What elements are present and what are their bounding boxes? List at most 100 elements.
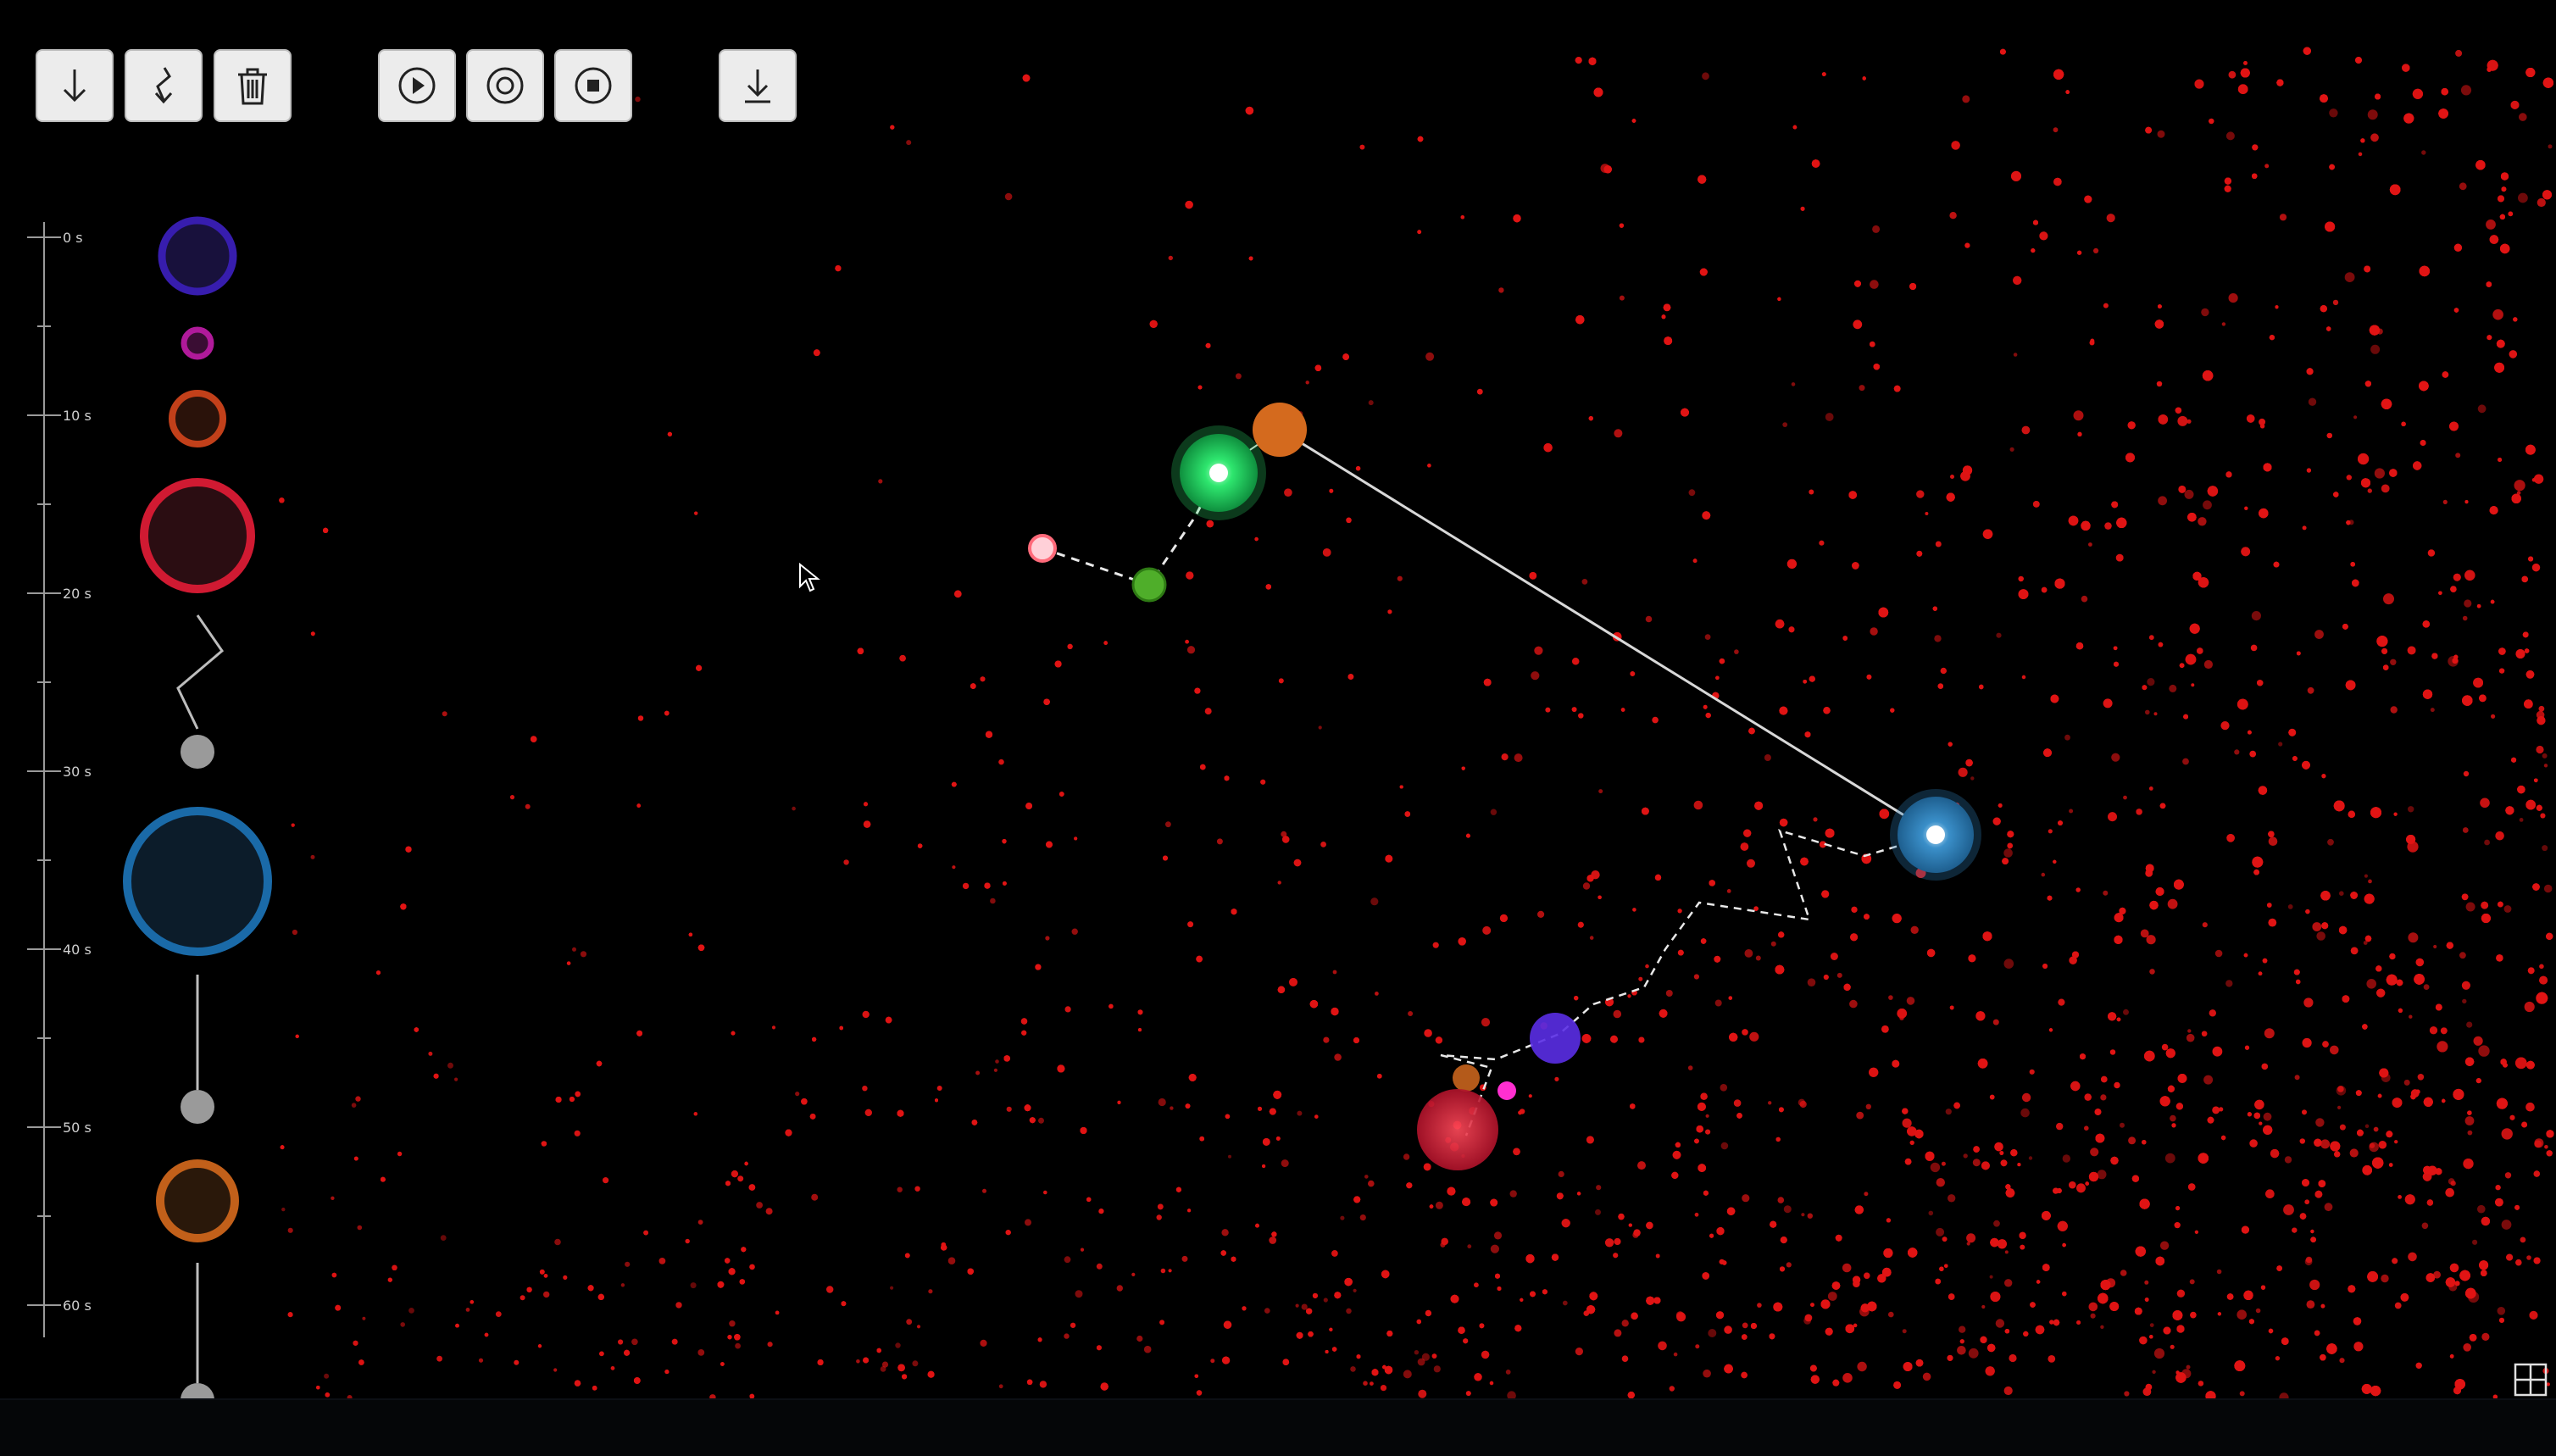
particle: [1870, 280, 1879, 289]
particle: [2158, 496, 2168, 506]
particle: [1168, 255, 1174, 261]
particle: [2116, 1017, 2121, 1022]
particle: [1937, 683, 1943, 689]
particle: [587, 1285, 594, 1292]
particle: [2069, 809, 2074, 814]
particle: [2487, 335, 2492, 341]
particle: [1265, 584, 1272, 590]
particle: [2325, 221, 2336, 232]
particle: [2337, 1105, 2342, 1109]
particle: [2480, 797, 2490, 809]
particle: [1458, 1326, 1465, 1334]
particle: [2442, 371, 2449, 378]
particle: [2477, 1204, 2486, 1214]
particle: [1038, 1117, 1044, 1124]
particle: [353, 1156, 358, 1161]
particle: [1282, 836, 1290, 843]
particle: [1476, 388, 1483, 395]
particle: [1403, 1370, 1412, 1379]
particle: [1708, 1329, 1717, 1337]
particle: [1206, 520, 1214, 528]
particle: [1620, 708, 1625, 712]
particle: [2156, 381, 2163, 387]
particle: [1414, 1350, 1420, 1355]
particle: [1998, 803, 2003, 808]
particle: [1665, 990, 1673, 997]
particle: [1925, 512, 1929, 515]
particle: [1613, 1009, 1622, 1019]
particle: [2462, 615, 2468, 621]
particle: [1883, 1248, 1893, 1258]
particle: [2369, 1142, 2379, 1153]
particle: [2521, 575, 2528, 583]
particle: [2464, 1116, 2475, 1125]
particle: [2329, 108, 2338, 118]
particle: [1930, 1162, 1941, 1173]
particle: [2437, 1041, 2448, 1053]
particle: [2109, 1302, 2120, 1311]
particle: [899, 654, 906, 662]
particle: [2478, 1045, 2490, 1057]
particle: [731, 1170, 739, 1178]
particle: [1143, 1345, 1152, 1353]
particle: [2370, 344, 2381, 354]
particle: [2415, 1362, 2422, 1369]
particle: [2246, 414, 2255, 423]
particle: [572, 947, 576, 952]
particle: [1980, 1336, 1987, 1343]
particle: [563, 1275, 568, 1280]
particle: [2155, 1256, 2165, 1266]
particle: [2402, 64, 2410, 72]
scene-svg[interactable]: [0, 0, 2556, 1403]
particle: [970, 683, 976, 689]
particle: [2142, 1387, 2152, 1396]
particle: [1892, 914, 1902, 924]
particle: [1747, 859, 1755, 868]
particle: [2002, 858, 2009, 864]
particle: [2201, 1031, 2208, 1036]
particle: [1216, 838, 1223, 845]
particle: [2283, 1204, 2294, 1215]
particle: [2538, 705, 2545, 712]
particle: [2106, 214, 2115, 223]
particle: [1370, 897, 1379, 906]
particle: [2486, 281, 2492, 287]
particle: [2445, 1187, 2454, 1198]
particle: [1724, 1325, 1732, 1334]
particle: [1693, 800, 1703, 810]
particle: [1964, 242, 1970, 248]
particle-canvas[interactable]: [0, 0, 2556, 1403]
particle: [2310, 1236, 2316, 1242]
particle: [1695, 1344, 1700, 1349]
particle: [408, 1308, 414, 1314]
particle: [514, 1359, 520, 1365]
particle: [890, 1286, 894, 1290]
particle: [1989, 1275, 1993, 1279]
particle: [1742, 1322, 1748, 1329]
particle: [2514, 1204, 2520, 1210]
particle: [1890, 708, 1895, 713]
particle: [1878, 607, 1889, 618]
particle: [841, 1301, 847, 1307]
particle: [2093, 247, 2099, 253]
particle: [916, 1325, 921, 1329]
particle: [1904, 1158, 1912, 1165]
particle: [2426, 1199, 2434, 1206]
particle: [2145, 709, 2150, 715]
particle: [1915, 1359, 1924, 1367]
particle: [941, 1244, 947, 1251]
particle: [1897, 1009, 1907, 1019]
particle: [2375, 93, 2381, 100]
particle: [1159, 1320, 1164, 1325]
particle: [2490, 599, 2495, 604]
particle: [2292, 756, 2298, 761]
particle: [2390, 659, 2397, 665]
particle: [2463, 1343, 2471, 1352]
particle: [2226, 1293, 2234, 1300]
particle: [2088, 542, 2092, 547]
particle: [1621, 1320, 1629, 1327]
particle: [1627, 994, 1631, 998]
particle: [975, 1070, 981, 1075]
particle: [484, 1332, 489, 1337]
particle: [2212, 1106, 2220, 1114]
